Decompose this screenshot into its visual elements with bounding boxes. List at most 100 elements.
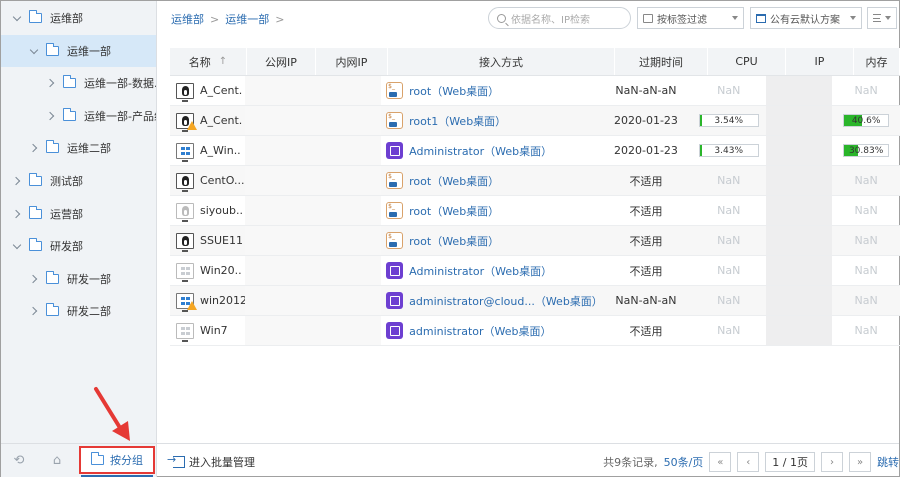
warning-icon	[187, 300, 197, 310]
folder-icon	[46, 303, 59, 317]
table-row[interactable]: A_Cent. root1（Web桌面） 2020-01-23 3.54% 40.6%	[170, 106, 900, 136]
chevron-right-icon[interactable]	[12, 176, 22, 186]
mem-value: 30.83%	[848, 145, 884, 156]
asset-name[interactable]: CentO...	[200, 174, 244, 187]
folder-icon	[63, 107, 76, 121]
sidebar-item[interactable]: 运维一部	[1, 34, 156, 67]
sidebar-item[interactable]: 运维部	[1, 2, 156, 34]
table-row[interactable]: siyoub.. root（Web桌面） 不适用 NaN NaN	[170, 196, 900, 226]
group-by-button[interactable]: 按分组	[79, 446, 155, 474]
annotation-arrow	[94, 387, 130, 441]
asset-name[interactable]: win2012	[200, 294, 245, 307]
sidebar-item-label: 运营部	[50, 207, 83, 221]
batch-manage-link[interactable]: 进入批量管理	[167, 453, 255, 470]
table-row[interactable]: Win7 administrator（Web桌面） 不适用 NaN NaN	[170, 316, 900, 346]
record-count: 共9条记录,	[603, 456, 658, 469]
sidebar-item[interactable]: 运维一部-数据...	[1, 67, 156, 99]
cpu-value: NaN	[717, 294, 741, 307]
column-header-priv-ip: 内网IP	[316, 48, 388, 75]
last-page-button[interactable]: »	[849, 452, 871, 472]
tag-filter-select[interactable]: 按标签过滤	[637, 7, 744, 29]
access-link[interactable]: administrator（Web桌面）	[409, 323, 551, 339]
table-row[interactable]: SSUE11 root（Web桌面） 不适用 NaN NaN	[170, 226, 900, 256]
access-link[interactable]: root1（Web桌面）	[409, 113, 506, 129]
jump-button[interactable]: 跳转	[877, 454, 899, 470]
chevron-down-icon[interactable]	[12, 241, 22, 251]
asset-name[interactable]: A_Cent.	[200, 114, 242, 127]
os-icon-wrap	[176, 142, 194, 162]
table-row[interactable]: win2012 administrator@cloud...（Web桌面） NaN-…	[170, 286, 900, 316]
sort-icon[interactable]: ↑	[219, 56, 227, 67]
asset-name[interactable]: Win7	[200, 324, 228, 337]
sidebar-item[interactable]: 运营部	[1, 198, 156, 230]
search-input[interactable]: 依据名称、IP检索	[488, 7, 631, 29]
sidebar-item[interactable]: 研发二部	[1, 295, 156, 327]
sidebar-item[interactable]: 运维一部-产品组	[1, 100, 156, 132]
cloud-plan-select[interactable]: 公有云默认方案	[750, 7, 862, 29]
table-row[interactable]: Win20.. Administrator（Web桌面） 不适用 NaN NaN	[170, 256, 900, 286]
sidebar-item[interactable]: 运维二部	[1, 132, 156, 164]
cell-cpu: NaN	[691, 226, 766, 255]
access-link[interactable]: root（Web桌面）	[409, 83, 499, 99]
cell-ip	[766, 256, 833, 285]
cpu-value: 3.43%	[714, 145, 743, 156]
chevron-down-icon[interactable]	[12, 13, 22, 23]
table-row[interactable]: A_Win.. Administrator（Web桌面） 2020-01-23 3.4…	[170, 136, 900, 166]
asset-name[interactable]: A_Win..	[200, 144, 241, 157]
cell-access: administrator@cloud...（Web桌面）	[381, 286, 601, 315]
cpu-value: NaN	[717, 174, 741, 187]
column-name-label: 名称	[188, 55, 211, 69]
page-size-select[interactable]: 50条/页	[664, 454, 704, 470]
asset-name[interactable]: SSUE11	[200, 234, 243, 247]
access-link[interactable]: root（Web桌面）	[409, 203, 499, 219]
cell-mem: 30.83%	[832, 136, 900, 165]
view-mode-select[interactable]	[867, 7, 897, 29]
sidebar-item-label: 测试部	[50, 175, 83, 188]
sidebar-item[interactable]: 研发部	[1, 230, 156, 262]
chevron-right-icon[interactable]	[29, 274, 39, 284]
access-link[interactable]: Administrator（Web桌面）	[409, 263, 552, 279]
table-row[interactable]: A_Cent. root（Web桌面） NaN-aN-aN NaN NaN	[170, 76, 900, 106]
breadcrumb-item-1[interactable]: 运维一部	[225, 11, 269, 27]
chevron-right-icon[interactable]	[46, 111, 56, 121]
column-header-expire: 过期时间	[615, 48, 708, 75]
cell-access: root（Web桌面）	[381, 166, 601, 195]
cell-cpu: 3.43%	[691, 136, 766, 165]
chevron-right-icon[interactable]	[46, 78, 56, 88]
asset-name[interactable]: A_Cent.	[200, 84, 242, 97]
tag-filter-label: 按标签过滤	[657, 14, 707, 26]
prev-page-button[interactable]: ‹	[737, 452, 760, 472]
table-row[interactable]: CentO... root（Web桌面） 不适用 NaN NaN	[170, 166, 900, 196]
column-header-name[interactable]: 名称 ↑	[170, 48, 247, 75]
sidebar-item-label: 运维二部	[67, 142, 111, 156]
asset-name[interactable]: siyoub..	[200, 204, 243, 217]
refresh-icon[interactable]: ⟲	[11, 452, 27, 468]
cell-pub-ip	[244, 136, 312, 165]
next-page-button[interactable]: ›	[821, 452, 843, 472]
rdp-icon	[386, 322, 404, 339]
chevron-down-icon[interactable]	[29, 46, 39, 56]
chevron-right-icon[interactable]	[29, 143, 39, 153]
cell-ip	[766, 106, 833, 135]
sidebar-item[interactable]: 研发一部	[1, 263, 156, 295]
tag-icon[interactable]: ⌂	[49, 452, 65, 468]
chevron-right-icon[interactable]	[29, 306, 39, 316]
access-link[interactable]: root（Web桌面）	[409, 173, 499, 189]
breadcrumb-item-0[interactable]: 运维部	[171, 11, 204, 27]
group-tree-sidebar: 运维部 运维一部 运维一部-数据... 运维一部-产品组 运维二部 测试部 运营部 研发部 研发…	[1, 1, 157, 443]
asset-name[interactable]: Win20..	[200, 264, 242, 277]
warning-icon	[187, 120, 197, 130]
access-link[interactable]: administrator@cloud...（Web桌面）	[409, 293, 601, 309]
folder-icon	[63, 75, 76, 89]
breadcrumb-separator: >	[210, 12, 220, 26]
access-link[interactable]: root（Web桌面）	[409, 233, 499, 249]
access-link[interactable]: Administrator（Web桌面）	[409, 143, 552, 159]
sidebar-item-label: 运维部	[50, 12, 83, 25]
sidebar-item[interactable]: 测试部	[1, 165, 156, 197]
chevron-right-icon[interactable]	[12, 209, 22, 219]
cell-cpu: NaN	[691, 256, 766, 285]
first-page-button[interactable]: «	[709, 452, 732, 472]
mem-value: NaN	[854, 324, 878, 337]
page-indicator: 1 / 1页	[765, 452, 815, 472]
cell-priv-ip	[311, 316, 382, 345]
